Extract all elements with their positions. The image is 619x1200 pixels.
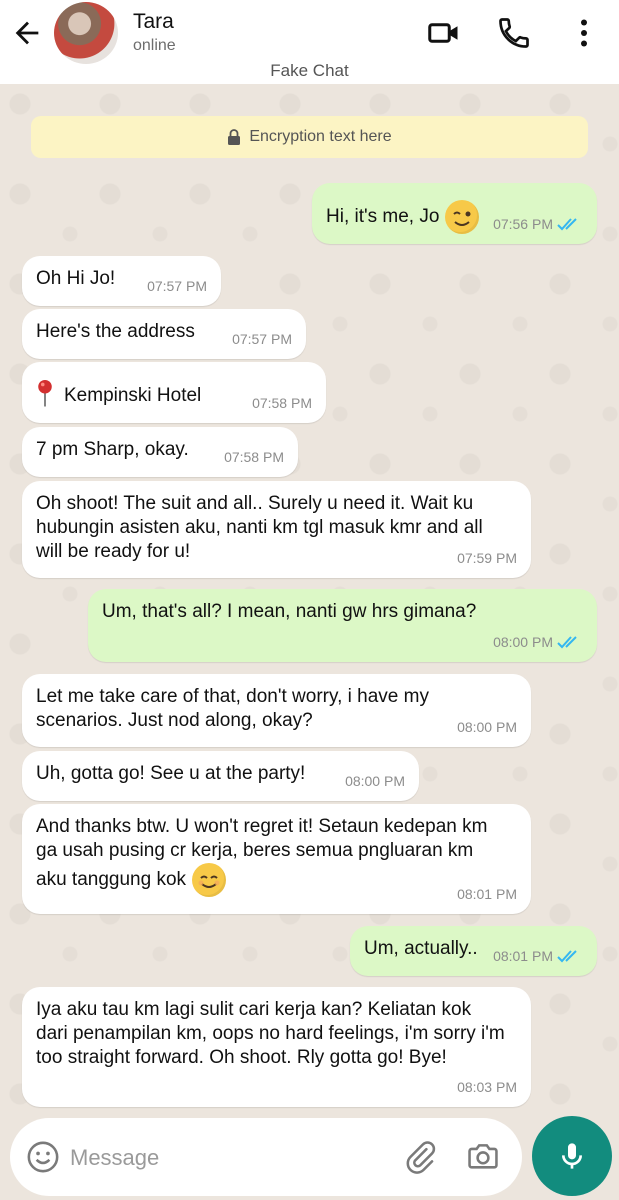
message-bubble-outgoing[interactable]: Hi, it's me, Jo 07:56 PM — [312, 183, 597, 244]
round-pushpin-icon — [38, 379, 52, 407]
message-time: 07:57 PM — [147, 278, 207, 294]
encryption-text: Encryption text here — [249, 128, 392, 145]
smiling-face-icon — [192, 863, 227, 897]
message-bubble-incoming[interactable]: Oh Hi Jo! 07:57 PM — [22, 256, 221, 306]
message-time: 08:00 PM — [345, 773, 405, 789]
phone-icon[interactable] — [496, 15, 532, 51]
paperclip-icon[interactable] — [403, 1139, 437, 1175]
video-camera-icon[interactable] — [426, 15, 462, 51]
message-time: 07:59 PM — [457, 550, 517, 566]
chat-label: Fake Chat — [270, 61, 349, 80]
message-time: 08:00 PM — [457, 719, 517, 735]
message-composer — [10, 1118, 522, 1196]
message-input[interactable] — [68, 1138, 372, 1178]
message-text: Iya aku tau km lagi sulit cari kerja kan… — [36, 999, 505, 1068]
message-text: And thanks btw. U won't regret it! Setau… — [36, 815, 517, 897]
message-bubble-incoming[interactable]: Let me take care of that, don't worry, i… — [22, 674, 531, 747]
message-bubble-incoming[interactable]: Here's the address 07:57 PM — [22, 309, 306, 359]
message-text: Let me take care of that, don't worry, i… — [36, 686, 429, 731]
message-time: 07:58 PM — [224, 449, 284, 465]
lock-icon — [228, 129, 241, 145]
message-bubble-incoming[interactable]: And thanks btw. U won't regret it! Setau… — [22, 804, 531, 914]
message-time: 08:00 PM — [493, 630, 583, 654]
arrow-left-icon[interactable] — [10, 16, 44, 50]
message-time: 08:01 PM — [493, 944, 583, 968]
double-check-icon — [557, 218, 577, 231]
message-bubble-incoming[interactable]: Oh shoot! The suit and all.. Surely u ne… — [22, 481, 531, 578]
microphone-icon — [562, 1143, 582, 1169]
microphone-button[interactable] — [532, 1116, 612, 1196]
message-bubble-outgoing[interactable]: Um, that's all? I mean, nanti gw hrs gim… — [88, 589, 597, 662]
message-bubble-outgoing[interactable]: Um, actually.. 08:01 PM — [350, 926, 597, 976]
message-bubble-incoming[interactable]: 7 pm Sharp, okay. 07:58 PM — [22, 427, 298, 477]
message-text: Oh shoot! The suit and all.. Surely u ne… — [36, 493, 483, 562]
more-vertical-icon[interactable] — [566, 15, 602, 51]
message-time: 07:57 PM — [232, 331, 292, 347]
message-time: 08:01 PM — [457, 886, 517, 902]
message-text: Um, that's all? I mean, nanti gw hrs gim… — [102, 601, 477, 622]
emoji-smile-icon[interactable] — [26, 1140, 60, 1174]
winking-face-icon — [445, 200, 480, 234]
message-bubble-incoming[interactable]: Uh, gotta go! See u at the party! 08:00 … — [22, 751, 419, 801]
chat-header: Tara online Fake Chat — [0, 0, 619, 84]
message-bubble-incoming[interactable]: Kempinski Hotel 07:58 PM — [22, 362, 326, 423]
message-bubble-incoming[interactable]: Iya aku tau km lagi sulit cari kerja kan… — [22, 987, 531, 1107]
avatar[interactable] — [54, 2, 118, 64]
contact-name[interactable]: Tara — [133, 10, 174, 34]
message-time: 08:03 PM — [457, 1079, 517, 1095]
message-time: 07:56 PM — [493, 212, 583, 236]
camera-icon[interactable] — [466, 1139, 500, 1173]
double-check-icon — [557, 950, 577, 963]
double-check-icon — [557, 636, 577, 649]
encryption-banner[interactable]: Encryption text here — [31, 116, 588, 158]
contact-status: online — [133, 37, 176, 54]
message-time: 07:58 PM — [252, 395, 312, 411]
